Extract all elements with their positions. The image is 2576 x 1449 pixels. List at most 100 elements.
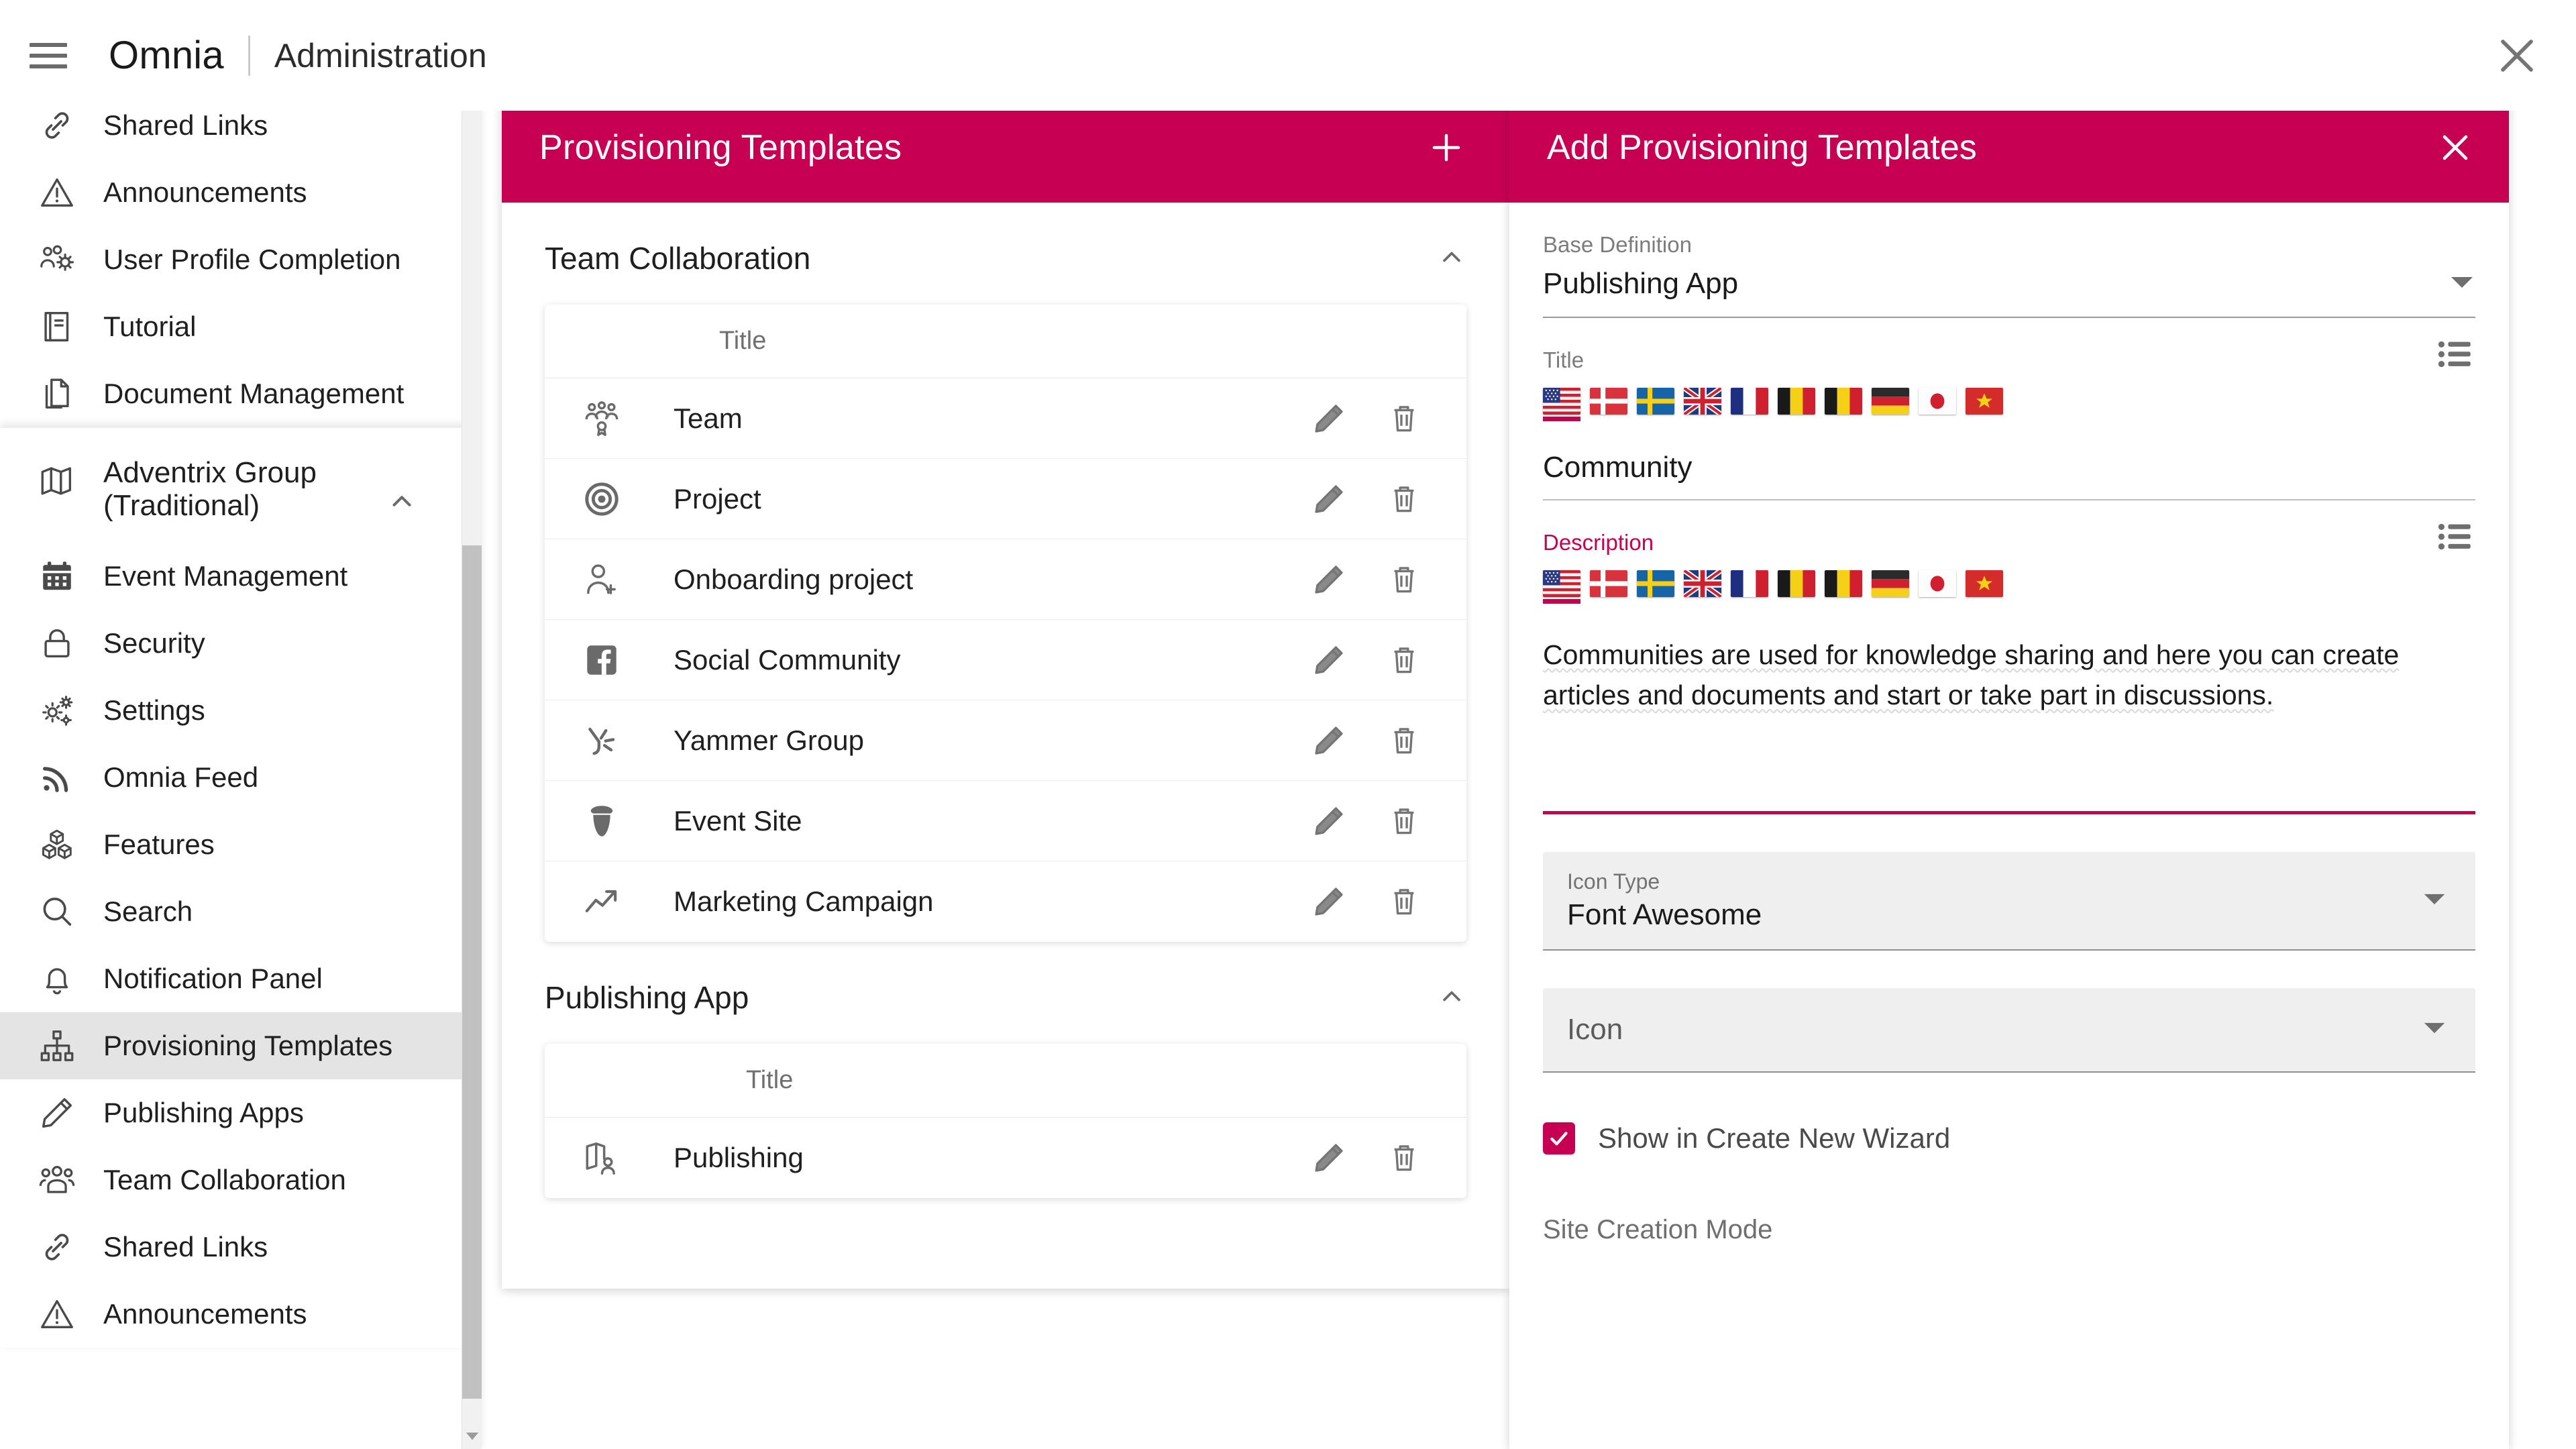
description-label: Description: [1543, 530, 2475, 555]
table-row[interactable]: Publishing: [545, 1118, 1466, 1198]
sidebar-item-settings[interactable]: Settings: [0, 677, 482, 744]
language-flag-vn[interactable]: [1966, 388, 2003, 421]
edit-row-button[interactable]: [1311, 481, 1347, 517]
language-flag-be[interactable]: [1778, 388, 1815, 421]
description-textarea[interactable]: Communities are used for knowledge shari…: [1543, 635, 2475, 779]
base-definition-value: Publishing App: [1543, 267, 1738, 301]
edit-row-button[interactable]: [1311, 1140, 1347, 1176]
bell-icon: [35, 957, 79, 1001]
sidebar-item-security[interactable]: Security: [0, 610, 482, 677]
title-field: Title: [1543, 347, 2475, 500]
close-icon[interactable]: [2493, 32, 2541, 80]
chevron-up-icon[interactable]: [386, 486, 417, 520]
language-flag-de[interactable]: [1872, 388, 1909, 421]
delete-row-button[interactable]: [1386, 561, 1422, 598]
chevron-up-icon[interactable]: [1437, 981, 1466, 1014]
add-template-button[interactable]: [1421, 122, 1472, 173]
sidebar-item-search[interactable]: Search: [0, 878, 482, 945]
delete-row-button[interactable]: [1386, 400, 1422, 437]
table-row[interactable]: Onboarding project: [545, 539, 1466, 620]
edit-row-button[interactable]: [1311, 883, 1347, 920]
bulleted-list-icon[interactable]: [2438, 522, 2475, 559]
sidebar-item-team-collaboration[interactable]: Team Collaboration: [0, 1146, 482, 1214]
icon-type-select[interactable]: Icon Type Font Awesome: [1543, 852, 2475, 951]
language-flag-gb[interactable]: [1684, 570, 1721, 604]
icon-select[interactable]: Icon: [1543, 988, 2475, 1073]
chevron-down-icon[interactable]: [2449, 274, 2475, 294]
row-title: Team: [659, 402, 1311, 435]
table-row[interactable]: Team: [545, 378, 1466, 459]
language-flag-fr[interactable]: [1731, 570, 1768, 604]
scrollbar-thumb[interactable]: [462, 545, 482, 1399]
section-header-publishing-app[interactable]: Publishing App: [502, 942, 1509, 1044]
sidebar-group-header[interactable]: Adventrix Group (Traditional): [0, 428, 482, 543]
edit-row-button[interactable]: [1311, 642, 1347, 678]
language-flag-jp[interactable]: [1919, 570, 1956, 604]
edit-row-button[interactable]: [1311, 722, 1347, 759]
sidebar-scrollbar[interactable]: [462, 92, 482, 1449]
delete-row-button[interactable]: [1386, 481, 1422, 517]
sidebar-item-document-management[interactable]: Document Management: [0, 360, 482, 427]
delete-row-button[interactable]: [1386, 722, 1422, 759]
language-flag-dk[interactable]: [1590, 388, 1627, 421]
title-label: Title: [1543, 347, 2475, 373]
delete-row-button[interactable]: [1386, 883, 1422, 920]
language-flag-se[interactable]: [1637, 388, 1674, 421]
table-row[interactable]: Marketing Campaign: [545, 861, 1466, 942]
language-flag-be2[interactable]: [1825, 570, 1862, 604]
sidebar-item-publishing-apps[interactable]: Publishing Apps: [0, 1079, 482, 1146]
table-row[interactable]: Project: [545, 459, 1466, 539]
sidebar-item-label: Omnia Feed: [103, 761, 258, 794]
bulleted-list-icon[interactable]: [2438, 339, 2475, 377]
sidebar-item-shared-links-2[interactable]: Shared Links: [0, 1214, 482, 1281]
sidebar-group-adventrix: Adventrix Group (Traditional): [0, 427, 482, 1348]
sidebar-item-announcements-2[interactable]: Announcements: [0, 1281, 482, 1348]
sidebar-item-event-management[interactable]: Event Management: [0, 543, 482, 610]
sidebar-item-announcements[interactable]: Announcements: [0, 159, 482, 226]
sidebar-item-omnia-feed[interactable]: Omnia Feed: [0, 744, 482, 811]
language-flag-dk[interactable]: [1590, 570, 1627, 604]
scroll-down-arrow-icon[interactable]: [462, 1424, 482, 1449]
chevron-up-icon[interactable]: [1437, 242, 1466, 275]
chevron-down-icon[interactable]: [2422, 891, 2447, 910]
language-flag-fr[interactable]: [1731, 388, 1768, 421]
templates-table-team-collaboration: Title Team: [545, 305, 1466, 942]
delete-row-button[interactable]: [1386, 803, 1422, 839]
close-icon[interactable]: [2431, 123, 2479, 172]
edit-row-button[interactable]: [1311, 561, 1347, 598]
table-row[interactable]: Event Site: [545, 781, 1466, 861]
description-value: Communities are used for knowledge shari…: [1543, 635, 2475, 716]
language-flag-us[interactable]: [1543, 570, 1580, 604]
language-flag-be2[interactable]: [1825, 388, 1862, 421]
language-flag-us[interactable]: [1543, 388, 1580, 421]
base-definition-select[interactable]: Publishing App: [1543, 258, 2475, 318]
delete-row-button[interactable]: [1386, 1140, 1422, 1176]
sitemap-icon: [35, 1024, 79, 1068]
user-plus-icon: [545, 559, 659, 600]
language-flag-jp[interactable]: [1919, 388, 1956, 421]
language-flag-be[interactable]: [1778, 570, 1815, 604]
sidebar-item-tutorial[interactable]: Tutorial: [0, 293, 482, 360]
sidebar-item-user-profile-completion[interactable]: User Profile Completion: [0, 226, 482, 293]
language-flag-gb[interactable]: [1684, 388, 1721, 421]
page-body: Shared Links Announcements: [0, 92, 2576, 1449]
table-row[interactable]: Social Community: [545, 620, 1466, 700]
chevron-down-icon[interactable]: [2422, 1020, 2447, 1040]
language-flag-se[interactable]: [1637, 570, 1674, 604]
sidebar-item-features[interactable]: Features: [0, 811, 482, 878]
section-header-team-collaboration[interactable]: Team Collaboration: [502, 203, 1509, 305]
map-icon: [35, 459, 79, 503]
sidebar-item-provisioning-templates[interactable]: Provisioning Templates: [0, 1012, 482, 1079]
language-flag-vn[interactable]: [1966, 570, 2003, 604]
title-input[interactable]: Community: [1543, 451, 2475, 500]
language-flag-de[interactable]: [1872, 570, 1909, 604]
show-in-create-new-wizard-checkbox[interactable]: Show in Create New Wizard: [1543, 1122, 2475, 1155]
hamburger-icon[interactable]: [30, 41, 67, 70]
sidebar-item-label: Settings: [103, 694, 205, 727]
edit-row-button[interactable]: [1311, 400, 1347, 437]
edit-row-button[interactable]: [1311, 803, 1347, 839]
delete-row-button[interactable]: [1386, 642, 1422, 678]
add-provisioning-template-panel: Add Provisioning Templates Base Definiti…: [1509, 92, 2509, 1449]
table-row[interactable]: Yammer Group: [545, 700, 1466, 781]
sidebar-item-notification-panel[interactable]: Notification Panel: [0, 945, 482, 1012]
